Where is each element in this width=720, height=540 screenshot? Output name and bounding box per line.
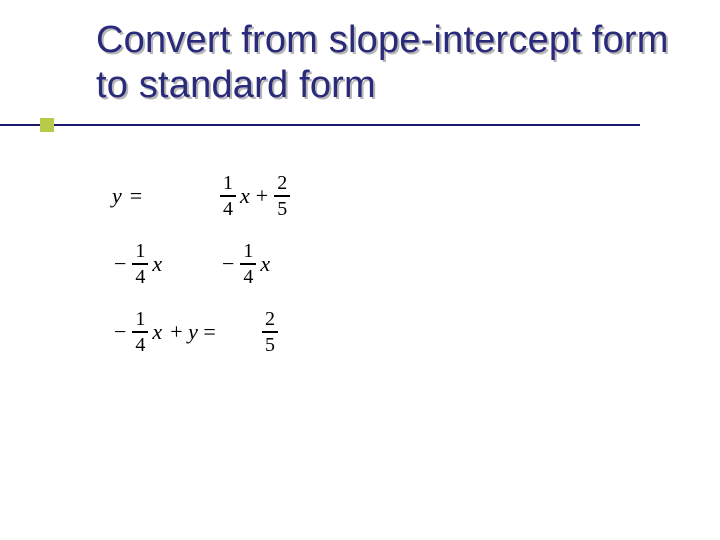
equals: =	[130, 183, 142, 209]
equation-block: y = 1 4 x + 2 5 − 1 4 x	[110, 168, 292, 372]
variable: x	[152, 251, 162, 277]
denominator: 4	[240, 267, 256, 287]
numerator: 2	[274, 173, 290, 193]
variable: y	[112, 183, 122, 209]
equation-row: − 1 4 x + y = 2 5	[110, 304, 292, 360]
fraction: 1 4	[132, 309, 148, 355]
equation-row: − 1 4 x − 1 4 x	[110, 236, 292, 292]
fraction-bar	[240, 263, 256, 265]
operator: +	[256, 183, 268, 209]
fraction-bar	[220, 195, 236, 197]
denominator: 5	[274, 199, 290, 219]
suffix: + y =	[170, 319, 216, 345]
denominator: 5	[262, 335, 278, 355]
denominator: 4	[132, 267, 148, 287]
variable: x	[240, 183, 250, 209]
accent-square-icon	[40, 118, 54, 132]
fraction: 1 4	[132, 241, 148, 287]
equation-left: − 1 4 x	[110, 241, 218, 287]
variable: x	[152, 319, 162, 345]
slide-title: Convert from slope-intercept form to sta…	[96, 18, 680, 108]
fraction: 1 4	[220, 173, 236, 219]
equation-right: 2 5	[260, 309, 280, 355]
equation-left: y =	[110, 183, 218, 209]
fraction: 1 4	[240, 241, 256, 287]
equation-left: − 1 4 x + y =	[110, 309, 260, 355]
title-main: Convert from slope-intercept form to sta…	[96, 18, 680, 108]
fraction: 2 5	[274, 173, 290, 219]
numerator: 2	[262, 309, 278, 329]
sign: −	[222, 251, 234, 277]
horizontal-rule	[0, 124, 640, 126]
numerator: 1	[132, 241, 148, 261]
fraction-bar	[132, 263, 148, 265]
fraction-bar	[274, 195, 290, 197]
fraction-bar	[132, 331, 148, 333]
fraction-bar	[262, 331, 278, 333]
equation-right: − 1 4 x	[218, 241, 272, 287]
fraction: 2 5	[262, 309, 278, 355]
denominator: 4	[220, 199, 236, 219]
denominator: 4	[132, 335, 148, 355]
sign: −	[114, 251, 126, 277]
numerator: 1	[220, 173, 236, 193]
equation-row: y = 1 4 x + 2 5	[110, 168, 292, 224]
numerator: 1	[132, 309, 148, 329]
equation-right: 1 4 x + 2 5	[218, 173, 292, 219]
sign: −	[114, 319, 126, 345]
variable: x	[260, 251, 270, 277]
title-underline	[0, 124, 720, 126]
numerator: 1	[240, 241, 256, 261]
